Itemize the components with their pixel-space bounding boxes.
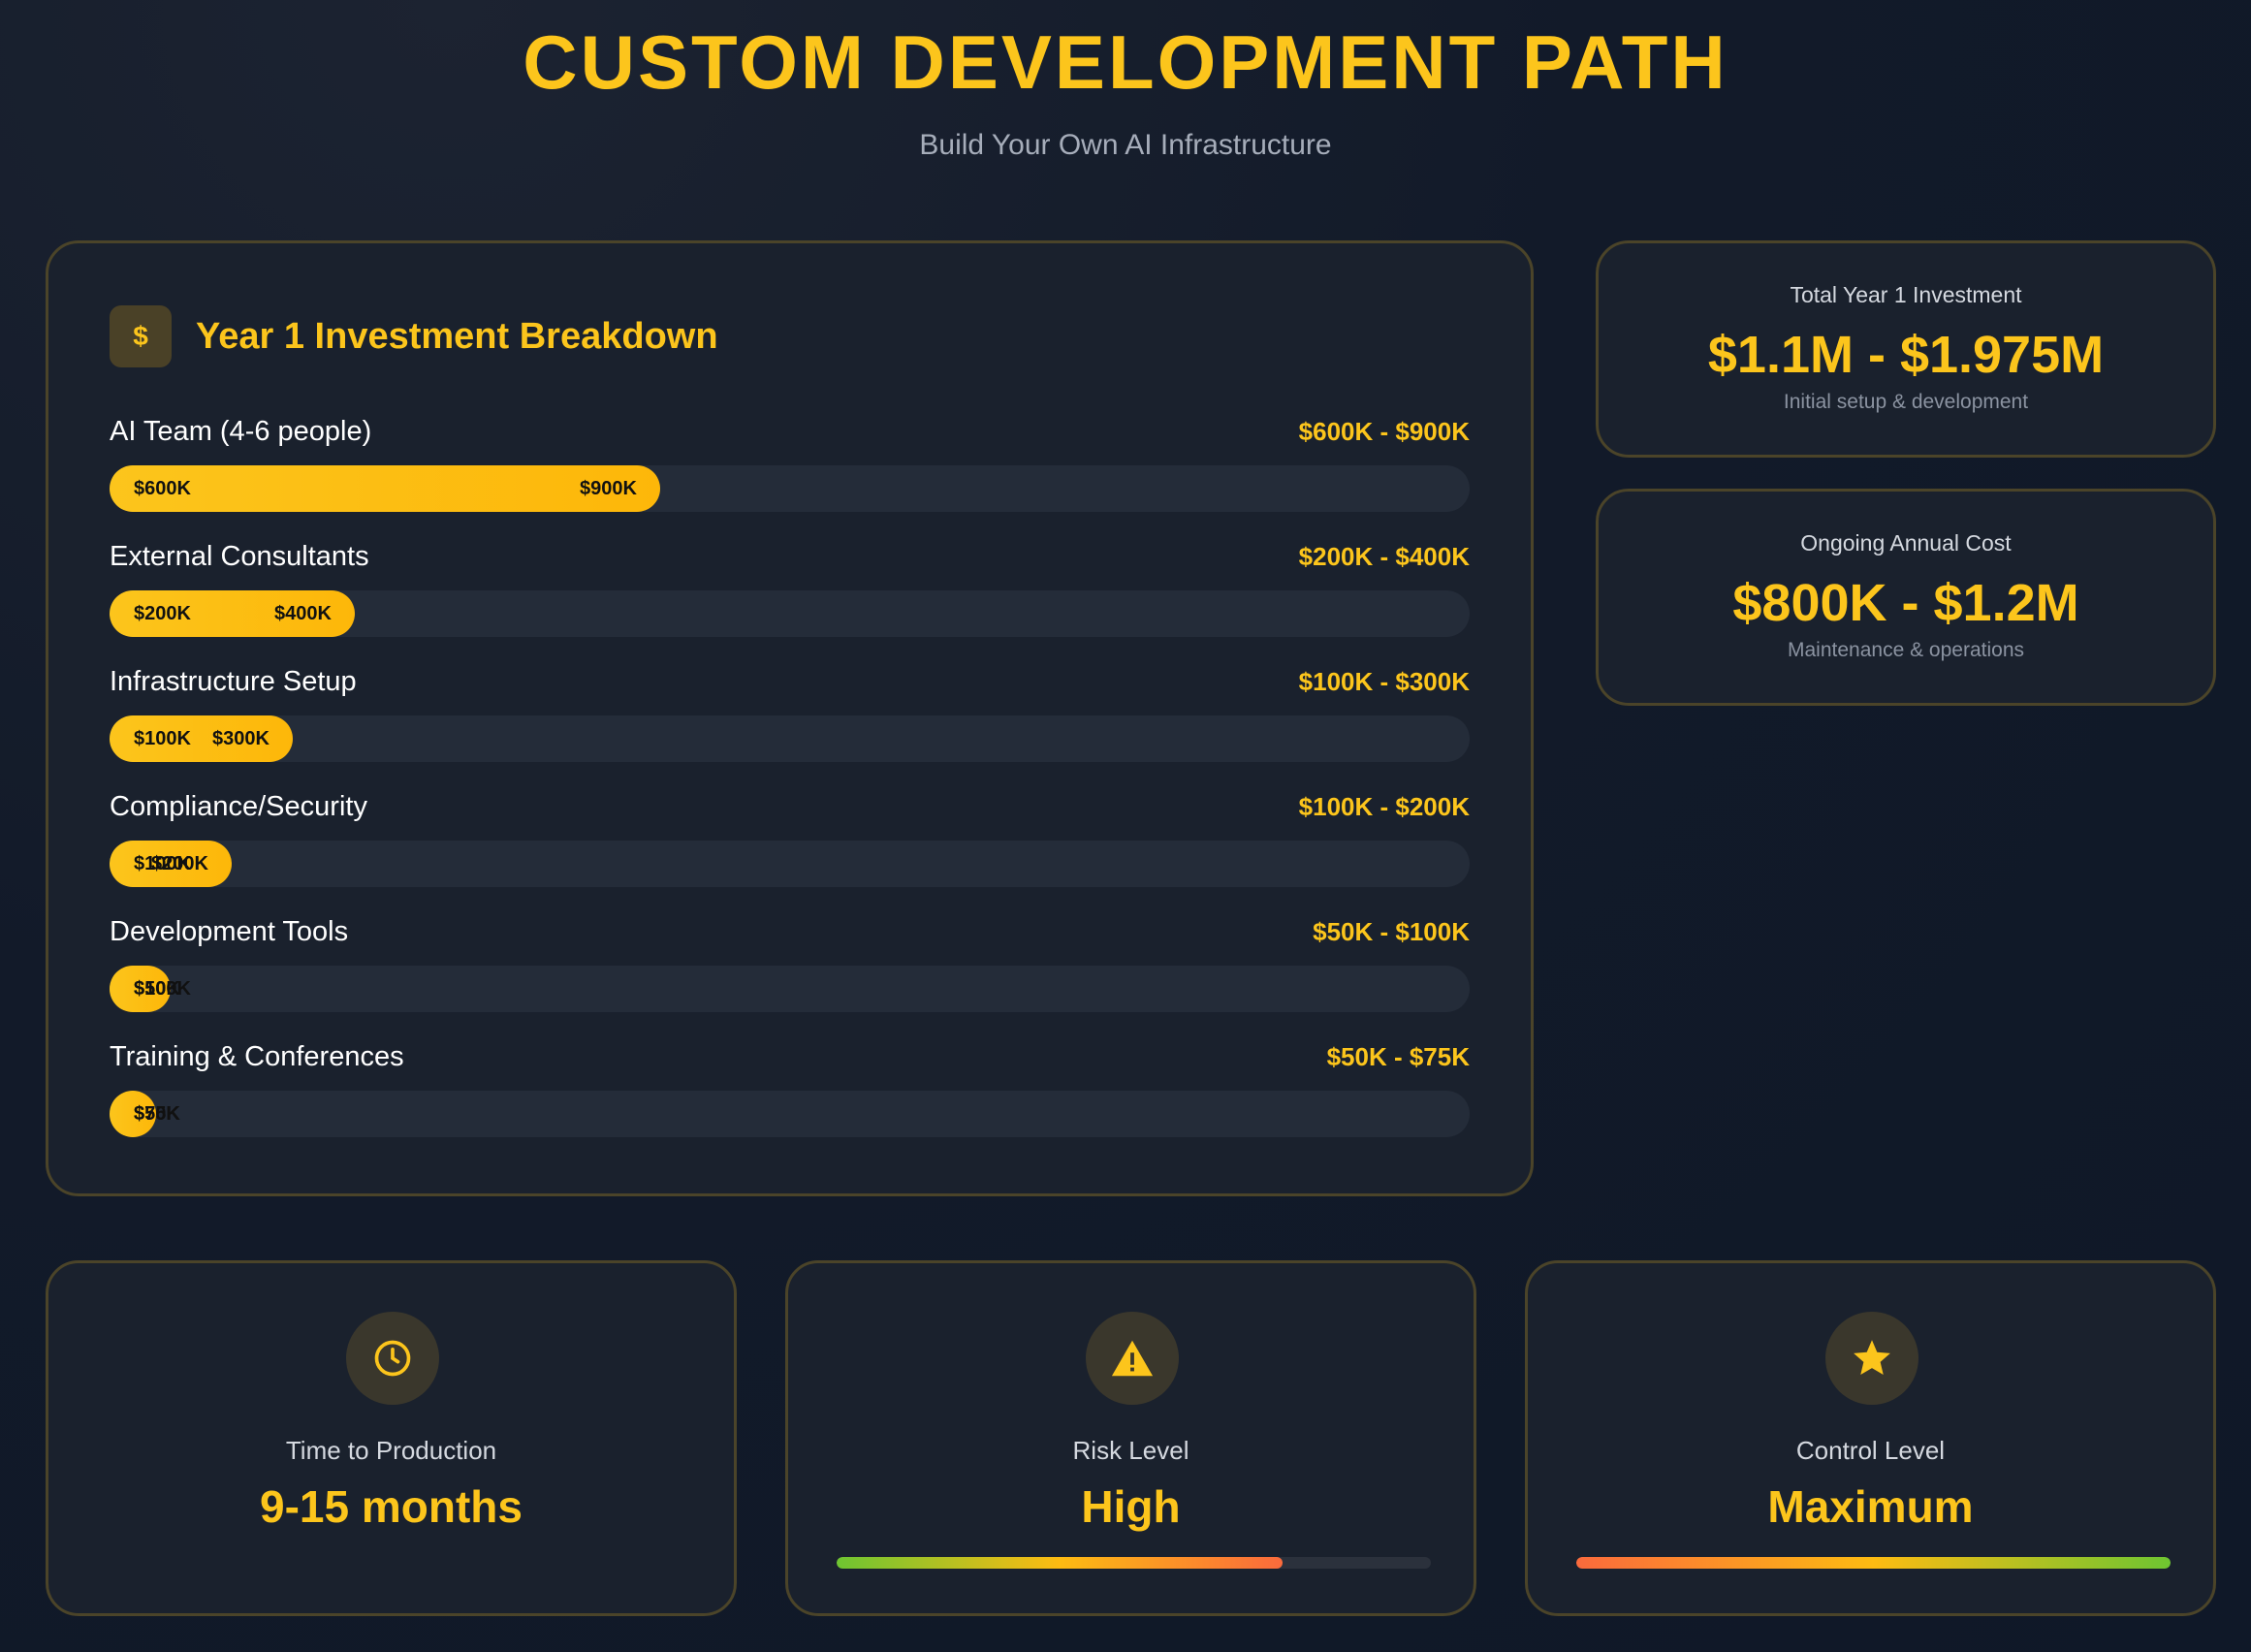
cost-bar-max-label: $75K (134, 1103, 180, 1125)
cost-bar-track: $50K $75K (110, 1091, 1470, 1137)
star-icon (1825, 1312, 1918, 1405)
total-investment-subtitle: Initial setup & development (1783, 391, 2029, 413)
clock-icon (346, 1312, 439, 1405)
total-investment-value: $1.1M - $1.975M (1707, 326, 2105, 384)
control-level-value: Maximum (1767, 1481, 1974, 1532)
risk-level-label: Risk Level (1072, 1436, 1189, 1465)
breakdown-header: $ Year 1 Investment Breakdown (110, 305, 718, 367)
dollar-icon: $ (110, 305, 172, 367)
cost-row-external-consultants: External Consultants $200K - $400K $200K… (110, 537, 1470, 644)
cost-row-range: $200K - $400K (1298, 542, 1470, 571)
investment-breakdown-card: $ Year 1 Investment Breakdown AI Team (4… (46, 240, 1534, 1196)
cost-row-label: Development Tools (110, 916, 349, 947)
control-level-card: Control Level Maximum (1525, 1260, 2216, 1616)
ongoing-cost-subtitle: Maintenance & operations (1788, 639, 2024, 661)
cost-bar-max-label: $900K (580, 478, 637, 499)
cost-row-range: $50K - $75K (1326, 1042, 1470, 1071)
cost-bar-max-label: $400K (274, 603, 332, 624)
cost-bar-max-label: $100K (134, 978, 191, 1000)
cost-row-development-tools: Development Tools $50K - $100K $50K $100… (110, 912, 1470, 1019)
breakdown-title: Year 1 Investment Breakdown (196, 315, 718, 357)
cost-bar-max-label: $200K (151, 853, 208, 874)
risk-level-card: Risk Level High (785, 1260, 1476, 1616)
cost-bar-track: $50K $100K (110, 966, 1470, 1012)
cost-bar-max-label: $300K (212, 728, 269, 749)
cost-bar-track: $100K $300K (110, 715, 1470, 762)
cost-bar-min-label: $100K (134, 728, 191, 749)
cost-bar-track: $600K $900K (110, 465, 1470, 512)
cost-row-range: $100K - $300K (1298, 667, 1470, 696)
cost-row-range: $100K - $200K (1298, 792, 1470, 821)
control-level-meter (1576, 1557, 2171, 1569)
time-to-production-card: Time to Production 9-15 months (46, 1260, 737, 1616)
control-level-meter-fill (1576, 1557, 2171, 1569)
cost-row-ai-team: AI Team (4-6 people) $600K - $900K $600K… (110, 412, 1470, 519)
page-subtitle: Build Your Own AI Infrastructure (919, 129, 1332, 161)
cost-row-range: $600K - $900K (1298, 417, 1470, 446)
cost-bar-track: $100K $200K (110, 841, 1470, 887)
cost-row-label: Compliance/Security (110, 791, 367, 822)
cost-row-infrastructure-setup: Infrastructure Setup $100K - $300K $100K… (110, 662, 1470, 769)
total-investment-label: Total Year 1 Investment (1790, 282, 2022, 307)
cost-row-label: Infrastructure Setup (110, 666, 357, 697)
cost-row-label: Training & Conferences (110, 1041, 404, 1072)
control-level-label: Control Level (1795, 1436, 1946, 1465)
time-to-production-value: 9-15 months (260, 1481, 523, 1532)
cost-bar-min-label: $200K (134, 603, 191, 624)
cost-row-range: $50K - $100K (1313, 917, 1470, 946)
ongoing-cost-label: Ongoing Annual Cost (1800, 530, 2012, 556)
ongoing-cost-card: Ongoing Annual Cost $800K - $1.2M Mainte… (1596, 489, 2216, 706)
cost-row-label: AI Team (4-6 people) (110, 416, 372, 447)
ongoing-cost-value: $800K - $1.2M (1732, 574, 2079, 632)
cost-bar-min-label: $600K (134, 478, 191, 499)
cost-bar-fill (110, 465, 660, 512)
warning-icon (1086, 1312, 1179, 1405)
risk-level-meter-fill (837, 1557, 1283, 1569)
risk-level-value: High (1081, 1481, 1181, 1532)
cost-row-compliance-security: Compliance/Security $100K - $200K $100K … (110, 787, 1470, 894)
risk-level-meter (837, 1557, 1431, 1569)
cost-row-label: External Consultants (110, 541, 369, 572)
page-title: CUSTOM DEVELOPMENT PATH (523, 19, 1728, 105)
cost-bar-track: $200K $400K (110, 590, 1470, 637)
cost-row-training-conferences: Training & Conferences $50K - $75K $50K … (110, 1037, 1470, 1144)
total-investment-card: Total Year 1 Investment $1.1M - $1.975M … (1596, 240, 2216, 458)
time-to-production-label: Time to Production (285, 1436, 497, 1465)
